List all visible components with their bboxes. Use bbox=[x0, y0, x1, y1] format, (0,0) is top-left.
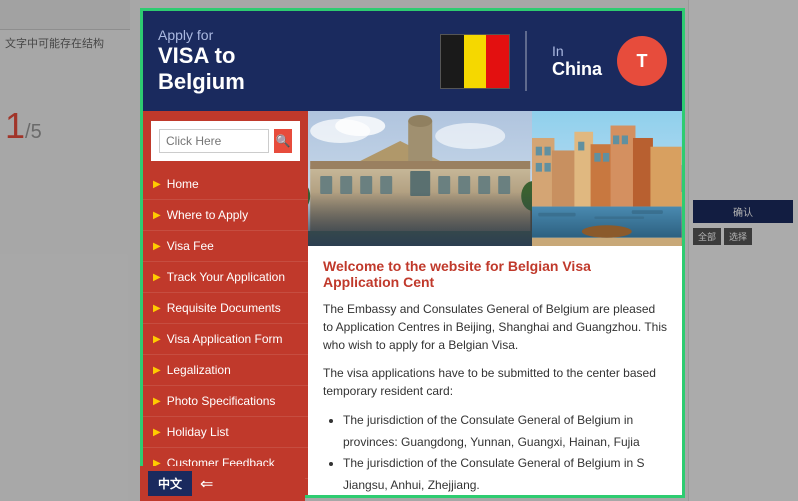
search-input[interactable] bbox=[159, 129, 269, 153]
nav-arrow-icon: ▶ bbox=[153, 334, 161, 345]
bullet-item-2: The jurisdiction of the Consulate Genera… bbox=[343, 453, 667, 495]
nav-arrow-icon: ▶ bbox=[153, 241, 161, 252]
welcome-title: Welcome to the website for Belgian Visa … bbox=[323, 258, 667, 290]
sidebar-item-home[interactable]: ▶ Home bbox=[143, 169, 308, 200]
flag-black-stripe bbox=[441, 35, 464, 88]
images-row bbox=[308, 111, 682, 246]
bullet-item-1: The jurisdiction of the Consulate Genera… bbox=[343, 410, 667, 453]
flag-red-stripe bbox=[486, 35, 509, 88]
apply-for-label: Apply for bbox=[158, 27, 425, 43]
language-bar: 中文 ⇐ bbox=[140, 466, 305, 501]
welcome-para2: The visa applications have to be submitt… bbox=[323, 364, 667, 400]
header-right: In China bbox=[542, 43, 602, 80]
search-bar: 🔍 bbox=[151, 121, 300, 161]
flag-yellow-stripe bbox=[464, 35, 487, 88]
sidebar: 🔍 ▶ Home ▶ Where to Apply ▶ Visa Fee ▶ T… bbox=[143, 111, 308, 495]
sidebar-item-requisite-documents[interactable]: ▶ Requisite Documents bbox=[143, 293, 308, 324]
country-label: China bbox=[552, 59, 602, 80]
header-left: Apply for VISA to Belgium bbox=[158, 27, 425, 96]
nav-label-home: Home bbox=[167, 177, 199, 191]
belgium-flag bbox=[440, 34, 510, 89]
canal-image bbox=[532, 111, 682, 246]
nav-label-photo-specifications: Photo Specifications bbox=[167, 394, 276, 408]
header-circle-icon: T bbox=[617, 36, 667, 86]
nav-arrow-icon: ▶ bbox=[153, 210, 161, 221]
visa-title: VISA to Belgium bbox=[158, 43, 425, 96]
welcome-para1: The Embassy and Consulates General of Be… bbox=[323, 300, 667, 354]
language-arrow-icon: ⇐ bbox=[200, 474, 213, 494]
welcome-section: Welcome to the website for Belgian Visa … bbox=[308, 246, 682, 495]
nav-label-visa-application-form: Visa Application Form bbox=[167, 332, 283, 346]
sidebar-item-photo-specifications[interactable]: ▶ Photo Specifications bbox=[143, 386, 308, 417]
sidebar-item-legalization[interactable]: ▶ Legalization bbox=[143, 355, 308, 386]
nav-arrow-icon: ▶ bbox=[153, 303, 161, 314]
nav-arrow-icon: ▶ bbox=[153, 396, 161, 407]
bullet-list: The jurisdiction of the Consulate Genera… bbox=[323, 410, 667, 495]
main-content: Welcome to the website for Belgian Visa … bbox=[308, 111, 682, 495]
nav-label-holiday-list: Holiday List bbox=[167, 425, 229, 439]
nav-arrow-icon: ▶ bbox=[153, 179, 161, 190]
building-image bbox=[308, 111, 532, 246]
sidebar-item-track-application[interactable]: ▶ Track Your Application bbox=[143, 262, 308, 293]
sidebar-item-visa-application-form[interactable]: ▶ Visa Application Form bbox=[143, 324, 308, 355]
in-label: In bbox=[552, 43, 602, 59]
language-button[interactable]: 中文 bbox=[148, 471, 192, 496]
nav-label-requisite-documents: Requisite Documents bbox=[167, 301, 281, 315]
sidebar-item-holiday-list[interactable]: ▶ Holiday List bbox=[143, 417, 308, 448]
nav-arrow-icon: ▶ bbox=[153, 365, 161, 376]
header-divider bbox=[525, 31, 527, 91]
nav-arrow-icon: ▶ bbox=[153, 427, 161, 438]
nav-label-track-application: Track Your Application bbox=[167, 270, 285, 284]
nav-label-visa-fee: Visa Fee bbox=[167, 239, 214, 253]
nav-arrow-icon: ▶ bbox=[153, 272, 161, 283]
modal-content: 🔍 ▶ Home ▶ Where to Apply ▶ Visa Fee ▶ T… bbox=[143, 111, 682, 495]
modal-header: Apply for VISA to Belgium In China T bbox=[143, 11, 682, 111]
nav-label-where-to-apply: Where to Apply bbox=[167, 208, 248, 222]
search-button[interactable]: 🔍 bbox=[274, 129, 292, 153]
modal-window: Apply for VISA to Belgium In China T bbox=[140, 8, 685, 498]
sidebar-item-visa-fee[interactable]: ▶ Visa Fee bbox=[143, 231, 308, 262]
nav-label-legalization: Legalization bbox=[167, 363, 231, 377]
sidebar-item-where-to-apply[interactable]: ▶ Where to Apply bbox=[143, 200, 308, 231]
